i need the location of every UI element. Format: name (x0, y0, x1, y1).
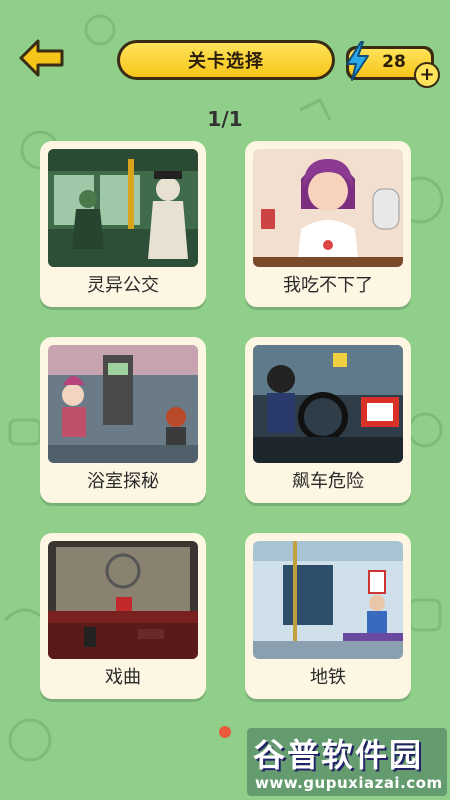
bathroom-mystery-thumbnail (48, 345, 198, 463)
add-energy-button[interactable]: + (414, 62, 440, 88)
level-card-ghost-bus[interactable]: 灵异公交 (40, 141, 206, 307)
level-label: 戏曲 (105, 667, 141, 688)
opera-thumbnail (48, 541, 198, 659)
speed-racing-thumbnail (253, 345, 403, 463)
title-banner: 关卡选择 (117, 40, 335, 80)
cant-eat-thumbnail (253, 149, 403, 267)
level-card-opera[interactable]: 戏曲 (40, 533, 206, 699)
level-label: 我吃不下了 (283, 275, 373, 296)
energy-count: 28 (382, 52, 406, 72)
level-label: 飙车危险 (292, 471, 364, 492)
level-card-speed-racing-danger[interactable]: 飙车危险 (245, 337, 411, 503)
page-indicator: 1/1 (207, 107, 243, 131)
level-card-subway[interactable]: 地铁 (245, 533, 411, 699)
lightning-bolt-icon (346, 41, 369, 81)
back-arrow-icon[interactable] (18, 38, 66, 78)
watermark-url: www.gupuxiazai.com (255, 774, 443, 792)
subway-thumbnail (253, 541, 403, 659)
level-label: 灵异公交 (87, 275, 159, 296)
page-title: 关卡选择 (188, 51, 264, 72)
level-label: 地铁 (310, 667, 346, 688)
ghost-bus-thumbnail (48, 149, 198, 267)
level-card-bathroom-mystery[interactable]: 浴室探秘 (40, 337, 206, 503)
level-card-cant-eat[interactable]: 我吃不下了 (245, 141, 411, 307)
watermark-title: 谷普软件园 (253, 736, 424, 774)
level-label: 浴室探秘 (87, 471, 159, 492)
watermark: 谷普软件园 www.gupuxiazai.com (247, 728, 447, 796)
page-dot (219, 726, 231, 738)
